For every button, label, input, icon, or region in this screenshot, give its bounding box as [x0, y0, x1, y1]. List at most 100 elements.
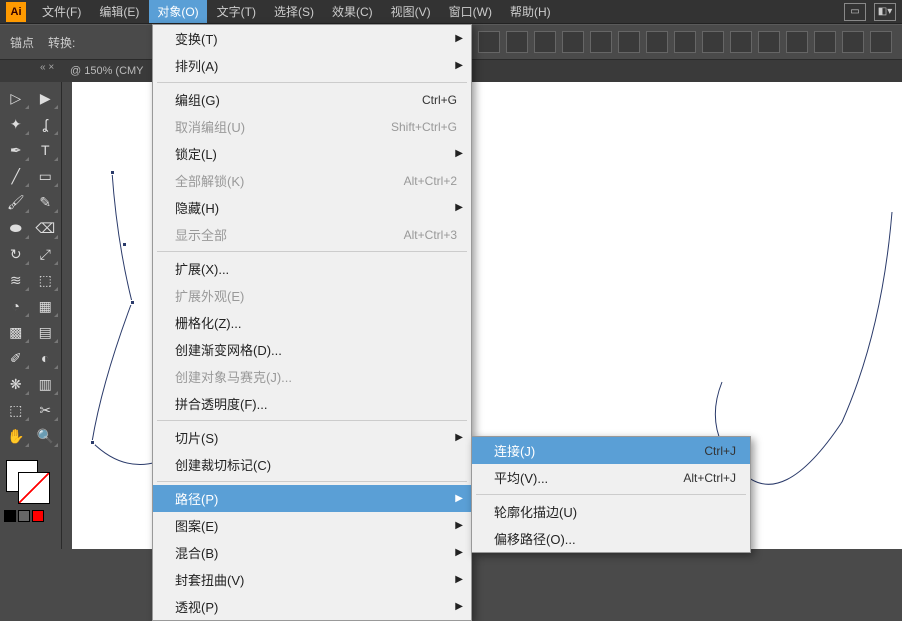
menu-expand[interactable]: 扩展(X)... — [153, 255, 471, 282]
align-icon-11[interactable] — [730, 31, 752, 53]
submenu-join[interactable]: 连接(J)Ctrl+J — [472, 437, 750, 464]
pencil-tool[interactable]: ✎ — [32, 190, 60, 214]
swatch-red[interactable] — [32, 510, 44, 522]
toolbox: ▷▶ ✦ʆ ✒T ╱▭ 🖌✎ ⬬⌫ ↻⤢ ≋⬚ ◔▦ ▩▤ ✐◐ ❋▥ ⬚✂ ✋… — [0, 82, 62, 549]
menu-flatten[interactable]: 拼合透明度(F)... — [153, 390, 471, 417]
line-tool[interactable]: ╱ — [2, 164, 30, 188]
align-icon-5[interactable] — [562, 31, 584, 53]
menu-lock[interactable]: 锁定(L)▶ — [153, 140, 471, 167]
align-icon-16[interactable] — [870, 31, 892, 53]
menu-gradient-mesh[interactable]: 创建渐变网格(D)... — [153, 336, 471, 363]
eraser-tool[interactable]: ⌫ — [32, 216, 60, 240]
menu-group[interactable]: 编组(G)Ctrl+G — [153, 86, 471, 113]
menu-show-all: 显示全部Alt+Ctrl+3 — [153, 221, 471, 248]
align-icon-3[interactable] — [506, 31, 528, 53]
rotate-tool[interactable]: ↻ — [2, 242, 30, 266]
slice-tool[interactable]: ✂ — [32, 398, 60, 422]
align-icon-12[interactable] — [758, 31, 780, 53]
menu-select[interactable]: 选择(S) — [266, 0, 322, 23]
anchor-point[interactable] — [110, 170, 115, 175]
align-icon-13[interactable] — [786, 31, 808, 53]
perspective-grid-tool[interactable]: ▦ — [32, 294, 60, 318]
blend-tool[interactable]: ◐ — [32, 346, 60, 370]
menu-type[interactable]: 文字(T) — [209, 0, 264, 23]
submenu-average[interactable]: 平均(V)...Alt+Ctrl+J — [472, 464, 750, 491]
hand-tool[interactable]: ✋ — [2, 424, 30, 448]
menu-mosaic: 创建对象马赛克(J)... — [153, 363, 471, 390]
anchor-label: 锚点 — [10, 34, 34, 51]
document-tab[interactable]: @ 150% (CMY — [70, 65, 144, 77]
width-tool[interactable]: ≋ — [2, 268, 30, 292]
tab-close-icon[interactable]: « × — [40, 62, 54, 73]
path-submenu: 连接(J)Ctrl+J 平均(V)...Alt+Ctrl+J 轮廓化描边(U) … — [471, 436, 751, 553]
anchor-point[interactable] — [122, 242, 127, 247]
direct-selection-tool[interactable]: ▶ — [32, 86, 60, 110]
shape-builder-tool[interactable]: ◔ — [2, 294, 30, 318]
app-logo: Ai — [6, 2, 26, 22]
menu-envelope[interactable]: 封套扭曲(V)▶ — [153, 566, 471, 593]
menu-rasterize[interactable]: 栅格化(Z)... — [153, 309, 471, 336]
selection-tool[interactable]: ▷ — [2, 86, 30, 110]
menu-hide[interactable]: 隐藏(H)▶ — [153, 194, 471, 221]
mesh-tool[interactable]: ▩ — [2, 320, 30, 344]
menu-transform[interactable]: 变换(T)▶ — [153, 25, 471, 52]
menu-ungroup: 取消编组(U)Shift+Ctrl+G — [153, 113, 471, 140]
rectangle-tool[interactable]: ▭ — [32, 164, 60, 188]
menu-window[interactable]: 窗口(W) — [441, 0, 500, 23]
control-bar-tools — [450, 31, 892, 53]
menu-blend[interactable]: 混合(B)▶ — [153, 539, 471, 566]
align-icon-10[interactable] — [702, 31, 724, 53]
color-swatches[interactable] — [2, 456, 59, 524]
pen-tool[interactable]: ✒ — [2, 138, 30, 162]
swatch-gray[interactable] — [18, 510, 30, 522]
lasso-tool[interactable]: ʆ — [32, 112, 60, 136]
column-graph-tool[interactable]: ▥ — [32, 372, 60, 396]
doc-setup-icon[interactable]: ▭ — [844, 3, 866, 21]
symbol-sprayer-tool[interactable]: ❋ — [2, 372, 30, 396]
swatch-black[interactable] — [4, 510, 16, 522]
menu-view[interactable]: 视图(V) — [383, 0, 439, 23]
align-icon-4[interactable] — [534, 31, 556, 53]
menu-effect[interactable]: 效果(C) — [324, 0, 381, 23]
menu-path[interactable]: 路径(P)▶ — [153, 485, 471, 512]
submenu-outline-stroke[interactable]: 轮廓化描边(U) — [472, 498, 750, 525]
menubar: Ai 文件(F) 编辑(E) 对象(O) 文字(T) 选择(S) 效果(C) 视… — [0, 0, 902, 24]
gradient-tool[interactable]: ▤ — [32, 320, 60, 344]
menu-object[interactable]: 对象(O) — [149, 0, 206, 23]
align-icon-9[interactable] — [674, 31, 696, 53]
menubar-tail: ▭ ◧▾ — [844, 3, 896, 21]
align-icon-7[interactable] — [618, 31, 640, 53]
eyedropper-tool[interactable]: ✐ — [2, 346, 30, 370]
paintbrush-tool[interactable]: 🖌 — [2, 190, 30, 214]
menu-unlock-all: 全部解锁(K)Alt+Ctrl+2 — [153, 167, 471, 194]
anchor-point[interactable] — [130, 300, 135, 305]
magic-wand-tool[interactable]: ✦ — [2, 112, 30, 136]
object-menu: 变换(T)▶ 排列(A)▶ 编组(G)Ctrl+G 取消编组(U)Shift+C… — [152, 24, 472, 621]
type-tool[interactable]: T — [32, 138, 60, 162]
menu-perspective[interactable]: 透视(P)▶ — [153, 593, 471, 620]
anchor-point[interactable] — [90, 440, 95, 445]
menu-arrange[interactable]: 排列(A)▶ — [153, 52, 471, 79]
free-transform-tool[interactable]: ⬚ — [32, 268, 60, 292]
workspace-switcher[interactable]: ◧▾ — [874, 3, 896, 21]
artboard-tool[interactable]: ⬚ — [2, 398, 30, 422]
convert-label: 转换: — [48, 34, 75, 51]
align-icon-8[interactable] — [646, 31, 668, 53]
menu-pattern[interactable]: 图案(E)▶ — [153, 512, 471, 539]
align-icon-15[interactable] — [842, 31, 864, 53]
menu-help[interactable]: 帮助(H) — [502, 0, 559, 23]
align-icon-6[interactable] — [590, 31, 612, 53]
menu-expand-appearance: 扩展外观(E) — [153, 282, 471, 309]
menu-edit[interactable]: 编辑(E) — [91, 0, 147, 23]
align-icon-14[interactable] — [814, 31, 836, 53]
align-icon-2[interactable] — [478, 31, 500, 53]
scale-tool[interactable]: ⤢ — [32, 242, 60, 266]
zoom-tool[interactable]: 🔍 — [32, 424, 60, 448]
menu-slice[interactable]: 切片(S)▶ — [153, 424, 471, 451]
menu-file[interactable]: 文件(F) — [34, 0, 89, 23]
menu-crop-marks[interactable]: 创建裁切标记(C) — [153, 451, 471, 478]
path-left[interactable] — [92, 172, 157, 465]
submenu-offset-path[interactable]: 偏移路径(O)... — [472, 525, 750, 552]
stroke-swatch[interactable] — [18, 472, 50, 504]
blob-brush-tool[interactable]: ⬬ — [2, 216, 30, 240]
